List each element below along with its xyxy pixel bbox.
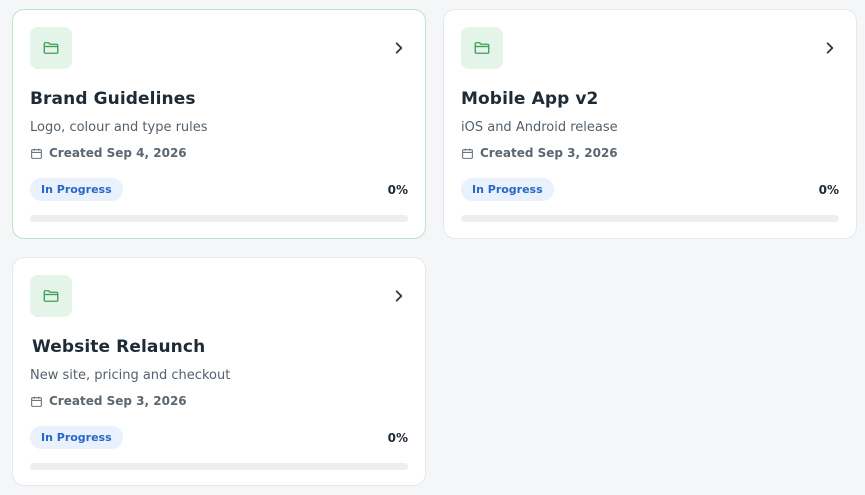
progress-bar: [461, 215, 839, 222]
chevron-right-icon[interactable]: [388, 285, 410, 307]
progress-bar: [30, 215, 408, 222]
project-card[interactable]: Brand Guidelines Logo, colour and type r…: [12, 9, 426, 239]
status-badge: In Progress: [30, 426, 123, 449]
created-date-text: Created Sep 3, 2026: [480, 146, 618, 160]
calendar-icon: [30, 147, 43, 160]
project-title: Brand Guidelines: [30, 89, 196, 109]
status-row: In Progress 0%: [30, 178, 408, 201]
calendar-icon: [30, 395, 43, 408]
created-date: Created Sep 4, 2026: [30, 145, 408, 161]
card-header: [30, 27, 408, 69]
card-header: [30, 275, 408, 317]
created-date-text: Created Sep 4, 2026: [49, 146, 187, 160]
created-date: Created Sep 3, 2026: [461, 145, 839, 161]
project-card[interactable]: Mobile App v2 iOS and Android release Cr…: [443, 9, 857, 239]
created-date: Created Sep 3, 2026: [30, 393, 408, 409]
folder-icon: [461, 27, 503, 69]
project-description: New site, pricing and checkout: [30, 368, 231, 383]
folder-icon: [30, 275, 72, 317]
created-date-text: Created Sep 3, 2026: [49, 394, 187, 408]
progress-percent: 0%: [387, 182, 408, 197]
status-row: In Progress 0%: [30, 426, 408, 449]
project-description: iOS and Android release: [461, 120, 618, 135]
progress-bar: [30, 463, 408, 470]
project-description: Logo, colour and type rules: [30, 120, 208, 135]
status-row: In Progress 0%: [461, 178, 839, 201]
status-badge: In Progress: [30, 178, 123, 201]
chevron-right-icon[interactable]: [819, 37, 841, 59]
project-title: Mobile App v2: [461, 89, 599, 109]
card-header: [461, 27, 839, 69]
progress-percent: 0%: [818, 182, 839, 197]
project-title: Website Relaunch: [32, 337, 206, 357]
progress-percent: 0%: [387, 430, 408, 445]
chevron-right-icon[interactable]: [388, 37, 410, 59]
project-card[interactable]: Website Relaunch New site, pricing and c…: [12, 257, 426, 486]
status-badge: In Progress: [461, 178, 554, 201]
folder-icon: [30, 27, 72, 69]
calendar-icon: [461, 147, 474, 160]
